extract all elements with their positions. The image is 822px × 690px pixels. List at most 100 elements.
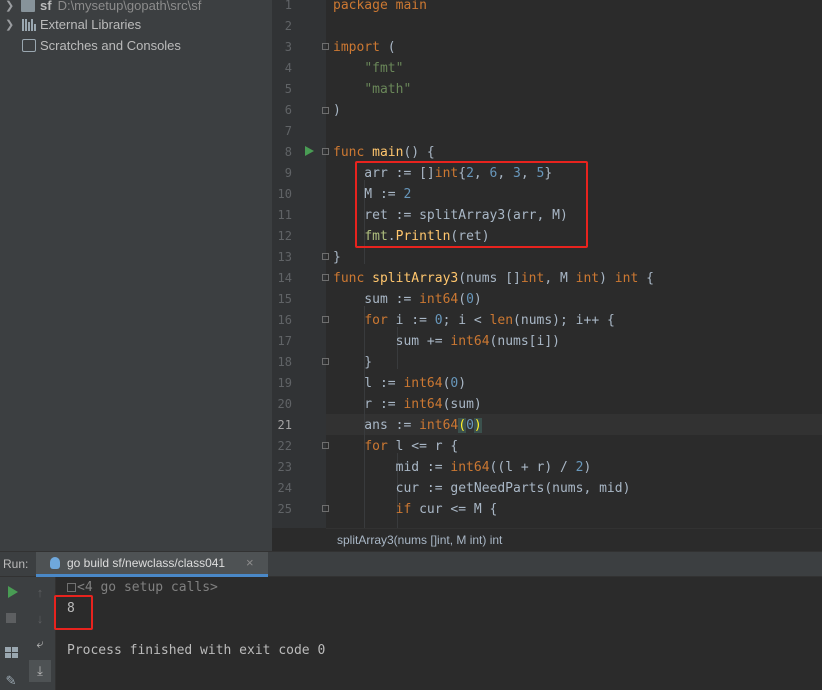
tree-item-label: External Libraries xyxy=(40,17,142,32)
pin-icon: ✎ xyxy=(5,673,17,688)
fold-toggle-icon[interactable] xyxy=(322,358,329,365)
tree-item-sf[interactable]: ❯ sf D:\mysetup\gopath\src\sf xyxy=(0,0,272,16)
rerun-button[interactable] xyxy=(4,583,22,601)
run-gutter-icon[interactable] xyxy=(305,146,314,156)
tree-item-label: Scratches and Consoles xyxy=(40,38,181,53)
arrow-up-icon: ↑ xyxy=(36,584,44,600)
tree-item-label: sf xyxy=(40,0,52,13)
fold-toggle-icon[interactable] xyxy=(322,253,329,260)
code-line[interactable]: r := int64(sum) xyxy=(333,394,481,415)
folder-icon xyxy=(21,0,35,12)
tree-item-path: D:\mysetup\gopath\src\sf xyxy=(57,0,202,13)
fold-toggle-icon[interactable] xyxy=(322,442,329,449)
code-line[interactable]: ans := int64(0) xyxy=(333,415,482,436)
code-line[interactable]: for l <= r { xyxy=(333,436,458,457)
code-line[interactable]: ) xyxy=(333,100,341,121)
code-line[interactable]: func main() { xyxy=(333,142,435,163)
code-line[interactable]: mid := int64((l + r) / 2) xyxy=(333,457,592,478)
code-line[interactable]: sum := int64(0) xyxy=(333,289,481,310)
close-tab-icon[interactable]: × xyxy=(246,555,254,570)
breadcrumb[interactable]: splitArray3(nums []int, M int) int xyxy=(326,528,822,552)
line-number: 17 xyxy=(277,334,292,348)
line-number: 8 xyxy=(284,145,292,159)
scroll-up-button[interactable]: ↑ xyxy=(31,583,49,601)
fold-toggle-icon[interactable] xyxy=(322,274,329,281)
line-number: 9 xyxy=(284,166,292,180)
expand-arrow-icon[interactable]: ❯ xyxy=(5,15,14,35)
fold-toggle-icon[interactable] xyxy=(322,107,329,114)
setup-calls-line[interactable]: <4 go setup calls> xyxy=(67,580,218,595)
line-number: 3 xyxy=(284,40,292,54)
line-number: 12 xyxy=(277,229,292,243)
run-tab[interactable]: go build sf/newclass/class041 × xyxy=(36,552,268,577)
line-number: 20 xyxy=(277,397,292,411)
editor-gutter: 1 2 3 4 5 6 7 8 9 10 11 12 13 14 15 16 17 18 19 20 21 22 23 24 2… xyxy=(272,0,326,528)
run-toolbar: ✎ xyxy=(0,577,26,690)
console-toolbar: ↑ ↓ ⤶ ⤓ xyxy=(26,577,56,690)
line-number: 7 xyxy=(284,124,292,138)
scroll-to-end-button[interactable]: ⤓ xyxy=(29,660,51,682)
soft-wrap-button[interactable]: ⤶ xyxy=(31,635,49,653)
process-finished-message: Process finished with exit code 0 xyxy=(67,643,326,658)
code-editor[interactable]: package main import ( "fmt" "math") func m… xyxy=(326,0,822,528)
line-number: 6 xyxy=(284,103,292,117)
fold-toggle-icon[interactable] xyxy=(322,316,329,323)
code-line[interactable]: import ( xyxy=(333,37,396,58)
annotation-box-output xyxy=(54,595,93,630)
tree-item-external-libraries[interactable]: ❯ External Libraries xyxy=(0,15,272,35)
line-number: 21 xyxy=(277,418,292,432)
run-label: Run: xyxy=(3,557,29,571)
line-number: 14 xyxy=(277,271,292,285)
code-line[interactable]: for i := 0; i < len(nums); i++ { xyxy=(333,310,614,331)
soft-wrap-icon: ⤶ xyxy=(36,636,44,651)
code-line[interactable]: sum += int64(nums[i]) xyxy=(333,331,560,352)
line-number: 22 xyxy=(277,439,292,453)
stop-button[interactable] xyxy=(2,609,20,627)
play-icon xyxy=(8,586,18,598)
arrow-down-icon: ↓ xyxy=(36,610,44,626)
line-number: 25 xyxy=(277,502,292,516)
scroll-down-button[interactable]: ↓ xyxy=(31,609,49,627)
code-line[interactable]: "fmt" xyxy=(333,58,403,79)
breadcrumb-item[interactable]: splitArray3(nums []int, M int) int xyxy=(337,533,502,547)
line-number: 11 xyxy=(277,208,292,222)
line-number: 5 xyxy=(284,82,292,96)
line-number: 10 xyxy=(277,187,292,201)
scroll-to-end-icon: ⤓ xyxy=(37,663,43,678)
line-number: 19 xyxy=(277,376,292,390)
line-number: 2 xyxy=(284,19,292,33)
code-line[interactable]: if cur <= M { xyxy=(333,499,498,520)
fold-toggle-icon[interactable] xyxy=(322,148,329,155)
expand-arrow-icon[interactable]: ❯ xyxy=(5,0,14,16)
project-sidebar: ❯ sf D:\mysetup\gopath\src\sf ❯ External … xyxy=(0,0,272,551)
layout-icon xyxy=(4,646,18,658)
layout-button[interactable] xyxy=(2,643,20,661)
line-number: 1 xyxy=(284,0,292,12)
line-number: 23 xyxy=(277,460,292,474)
annotation-box-code xyxy=(355,161,588,248)
code-line[interactable]: "math" xyxy=(333,79,411,100)
code-line[interactable]: func splitArray3(nums []int, M int) int … xyxy=(333,268,654,289)
line-number: 15 xyxy=(277,292,292,306)
line-number: 18 xyxy=(277,355,292,369)
expand-icon[interactable] xyxy=(67,583,76,592)
line-number: 13 xyxy=(277,250,292,264)
console-output[interactable]: <4 go setup calls> 8 Process finished wi… xyxy=(56,577,822,690)
scratch-icon xyxy=(22,39,36,52)
setup-calls-text: <4 go setup calls> xyxy=(77,580,218,595)
code-line[interactable]: } xyxy=(333,247,341,268)
code-line[interactable]: cur := getNeedParts(nums, mid) xyxy=(333,478,631,499)
run-panel-header: Run: go build sf/newclass/class041 × xyxy=(0,551,822,577)
library-icon xyxy=(22,18,36,31)
go-gopher-icon xyxy=(50,557,60,569)
tree-item-scratches[interactable]: Scratches and Consoles xyxy=(0,36,272,56)
fold-toggle-icon[interactable] xyxy=(322,505,329,512)
code-line[interactable]: package main xyxy=(333,0,427,16)
fold-toggle-icon[interactable] xyxy=(322,43,329,50)
line-number: 16 xyxy=(277,313,292,327)
pin-button[interactable]: ✎ xyxy=(2,672,20,690)
stop-icon xyxy=(6,613,16,623)
line-number: 4 xyxy=(284,61,292,75)
code-line[interactable]: } xyxy=(333,352,372,373)
code-line[interactable]: l := int64(0) xyxy=(333,373,466,394)
